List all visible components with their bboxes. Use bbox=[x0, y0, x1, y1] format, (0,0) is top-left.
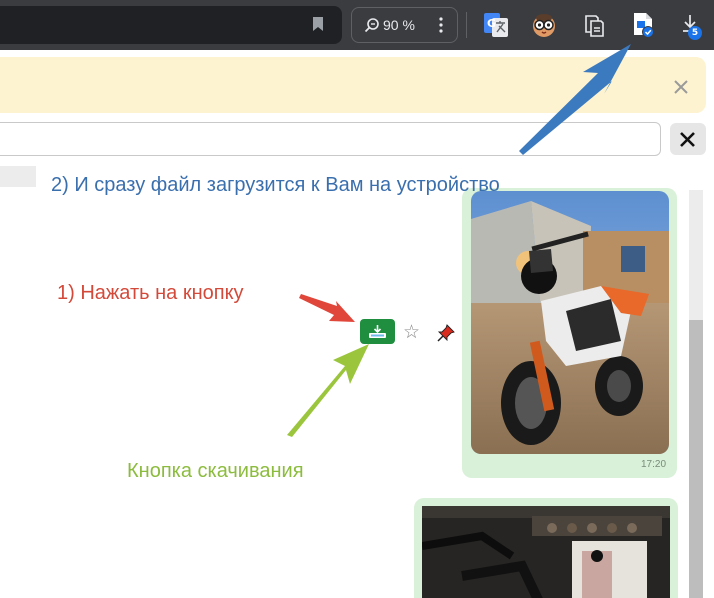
green-arrow bbox=[287, 344, 369, 437]
blue-arrow bbox=[519, 44, 631, 155]
screenshot: 90 % G 5 17:20 ☆ 2) И сразу файл загрузи… bbox=[0, 0, 714, 598]
red-arrow bbox=[299, 294, 355, 322]
annotation-arrows bbox=[287, 44, 631, 437]
